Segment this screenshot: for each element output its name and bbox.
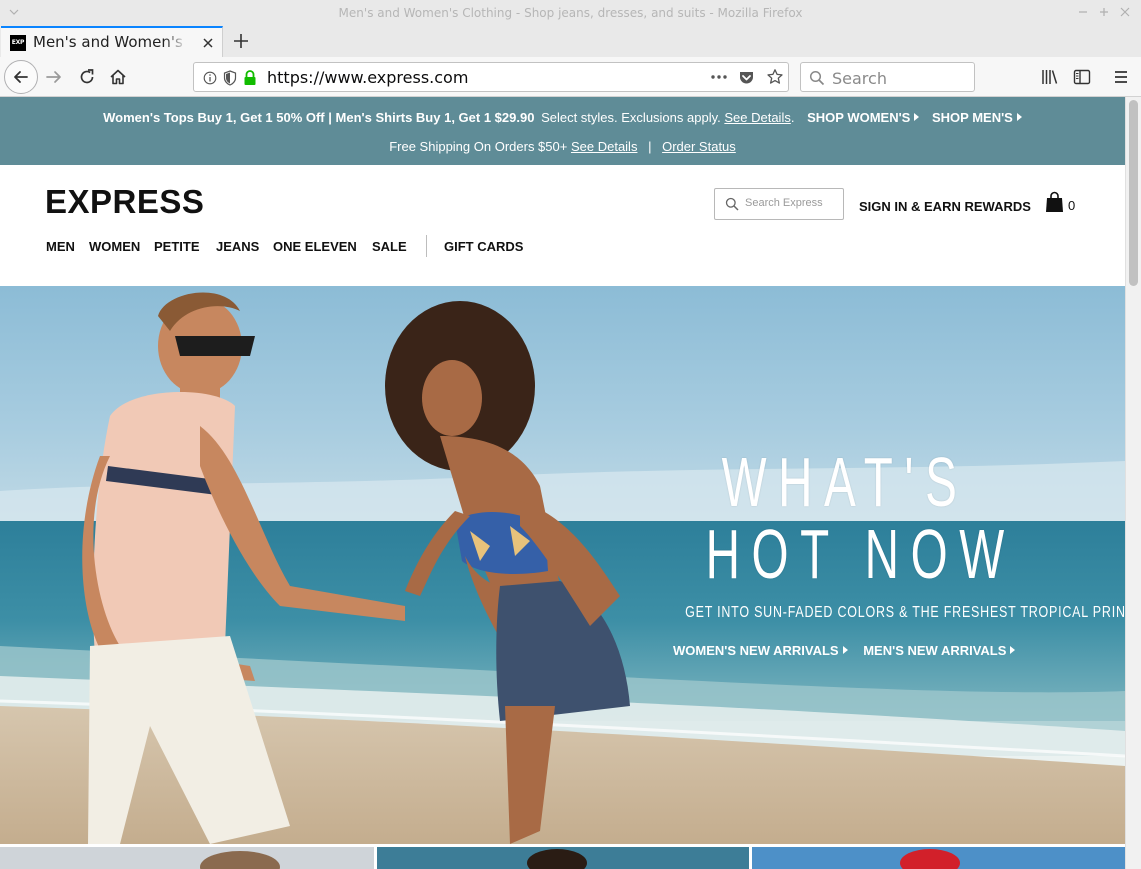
caret-right-icon [1016,113,1022,121]
promo-divider: | [648,139,652,154]
nav-petite[interactable]: PETITE [154,239,200,254]
promo-tiles-row [0,847,1125,869]
page-scrollbar[interactable] [1125,97,1141,869]
page-viewport: Women's Tops Buy 1, Get 1 50% Off | Men'… [0,97,1141,869]
nav-divider [426,235,427,257]
nav-one-eleven[interactable]: ONE ELEVEN [273,239,357,254]
new-tab-icon[interactable] [231,31,251,51]
hamburger-menu-icon[interactable] [1111,67,1131,87]
shop-mens-link[interactable]: SHOP MEN'S [932,110,1022,125]
tile-1-image[interactable] [0,847,374,869]
url-text[interactable]: https://www.express.com [267,68,468,87]
shop-mens-label: SHOP MEN'S [931,110,1013,125]
womens-new-arrivals-label: WOMEN'S NEW ARRIVALS [673,643,839,658]
window-title: Men's and Women's Clothing - Shop jeans,… [338,6,803,20]
tab-strip: EXP Men's and Women's Clothing - Shop je… [0,26,1141,57]
nav-sale[interactable]: SALE [372,239,407,254]
promo-see-details-link[interactable]: See Details [724,110,790,125]
tracking-shield-icon[interactable] [223,70,237,86]
caret-right-icon [1010,646,1016,654]
tile-2-image[interactable] [377,847,749,869]
hero-headline-line1: WHAT'S [721,443,969,521]
womens-new-arrivals-link[interactable]: WOMEN'S NEW ARRIVALS [673,643,848,658]
site-search-placeholder: Search Express [745,197,823,209]
search-placeholder: Search [832,69,887,88]
nav-gift-cards[interactable]: GIFT CARDS [444,239,523,254]
sign-in-rewards-link[interactable]: SIGN IN & EARN REWARDS [859,199,1031,214]
library-icon[interactable] [1040,67,1060,87]
window-titlebar: Men's and Women's Clothing - Shop jeans,… [0,0,1141,26]
close-window-icon[interactable] [1119,6,1131,18]
shop-womens-link[interactable]: SHOP WOMEN'S [807,110,920,125]
promo-men-offer: Men's Shirts Buy 1, Get 1 $29.90 [335,110,535,125]
promo-exclusions: Select styles. Exclusions apply. [541,110,721,125]
minimize-icon[interactable] [1077,6,1089,18]
tab-close-icon[interactable] [201,36,215,50]
tile-3-image[interactable] [752,847,1125,869]
express-logo[interactable]: EXPRESS [45,183,204,221]
promo-bar: Women's Tops Buy 1, Get 1 50% Off | Men'… [0,97,1125,165]
hero-cta-row: WOMEN'S NEW ARRIVALS MEN'S NEW ARRIVALS [673,643,1016,658]
reload-icon[interactable] [77,67,97,87]
nav-men[interactable]: MEN [46,239,75,254]
back-arrow-icon [14,71,28,83]
order-status-link[interactable]: Order Status [662,139,736,154]
back-button[interactable] [4,60,38,94]
url-bar[interactable]: https://www.express.com [193,62,789,92]
search-icon [809,70,825,86]
caret-right-icon [842,646,848,654]
mens-new-arrivals-link[interactable]: MEN'S NEW ARRIVALS [863,643,1016,658]
shop-womens-label: SHOP WOMEN'S [807,110,911,125]
bag-count: 0 [1068,198,1076,213]
mens-new-arrivals-label: MEN'S NEW ARRIVALS [863,643,1007,658]
tab-title: Men's and Women's Clothing - Shop jeans,… [33,33,187,51]
info-icon[interactable] [203,71,217,85]
hero-headline-line2: HOT NOW [705,515,1016,593]
nav-toolbar: https://www.express.com Search [0,57,1141,97]
home-icon[interactable] [108,67,128,87]
hero-subheadline: GET INTO SUN-FADED COLORS & THE FRESHEST… [685,604,1125,621]
pocket-icon[interactable] [738,69,755,86]
nav-women[interactable]: WOMEN [89,239,140,254]
page-actions-icon[interactable] [710,73,728,81]
promo-separator: | [328,110,332,125]
caret-right-icon [914,113,920,121]
promo-period: . [790,110,795,125]
express-favicon-icon: EXP [10,35,26,51]
nav-jeans[interactable]: JEANS [216,239,259,254]
promo-women-offer: Women's Tops Buy 1, Get 1 50% Off [103,110,325,125]
maximize-icon[interactable] [1098,6,1110,18]
free-shipping-text: Free Shipping On Orders $50+ [389,139,568,154]
sidebar-toggle-icon[interactable] [1072,67,1092,87]
hero-text-block: WHAT'S HOT NOW GET INTO SUN-FADED COLORS… [640,443,1125,622]
browser-search-bar[interactable]: Search [800,62,975,92]
shopping-bag-icon[interactable] [1045,191,1064,213]
search-icon [725,197,739,211]
site-header: EXPRESS Search Express SIGN IN & EARN RE… [0,165,1125,286]
bookmark-star-icon[interactable] [766,68,784,86]
lock-icon[interactable] [243,69,257,86]
hero-banner[interactable]: WHAT'S HOT NOW GET INTO SUN-FADED COLORS… [0,286,1125,844]
forward-arrow-icon[interactable] [44,67,64,87]
scrollbar-thumb[interactable] [1129,100,1138,286]
tab-express[interactable]: EXP Men's and Women's Clothing - Shop je… [1,26,223,57]
shipping-see-details-link[interactable]: See Details [571,139,637,154]
site-search-input[interactable]: Search Express [714,188,844,220]
